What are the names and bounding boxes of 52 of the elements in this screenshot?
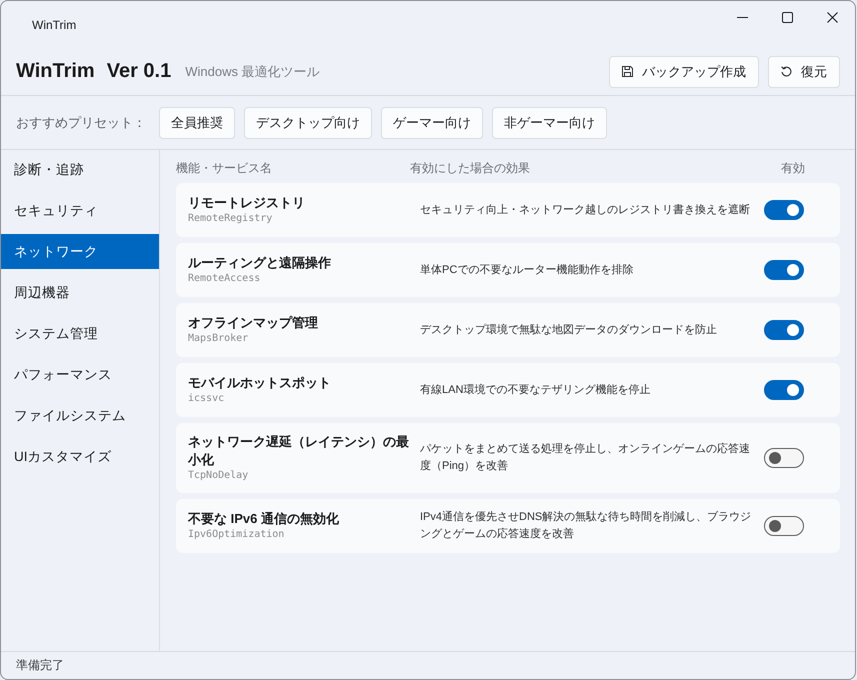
effect-description: IPv4通信を優先させDNS解決の無駄な待ち時間を削減し、ブラウジングとゲームの応答速度を改善 — [420, 510, 752, 542]
sidebar-item[interactable]: システム管理 — [1, 316, 159, 351]
close-icon[interactable] — [827, 12, 838, 22]
sidebar-item[interactable]: ネットワーク — [1, 234, 159, 269]
sidebar-item[interactable]: UIカスタマイズ — [1, 439, 159, 474]
effect-description: デスクトップ環境で無駄な地図データのダウンロードを防止 — [420, 322, 718, 338]
sidebar-item[interactable]: 周辺機器 — [1, 275, 159, 310]
column-header: 有効にした場合の効果 — [410, 160, 531, 176]
toggle-switch[interactable] — [764, 200, 804, 220]
rotate-arrow-icon — [781, 66, 792, 77]
preset-label: おすすめプリセット： — [16, 114, 146, 132]
sidebar-item[interactable]: ファイルシステム — [1, 398, 159, 433]
service-title: 不要な IPv6 通信の無効化 — [188, 510, 340, 528]
app-title: WinTrim — [16, 60, 95, 83]
floppy-disk-icon — [622, 66, 633, 77]
effect-description: 単体PCでの不要なルーター機能動作を排除 — [420, 262, 634, 278]
backup-button[interactable]: バックアップ作成 — [609, 56, 759, 88]
status-text: 準備完了 — [16, 657, 64, 674]
effect-description: パケットをまとめて送る処理を停止し、オンラインゲームの応答速度（Ping）を改善 — [420, 442, 751, 474]
column-header: 有効 — [781, 160, 805, 176]
effect-description: セキュリティ向上・ネットワーク越しのレジストリ書き換えを遮断 — [420, 202, 751, 218]
service-id: TcpNoDelay — [188, 469, 250, 483]
service-id: RemoteRegistry — [188, 212, 274, 226]
restore-button[interactable]: 復元 — [768, 56, 840, 88]
toggle-switch[interactable] — [764, 320, 804, 340]
app-subtitle: Windows 最適化ツール — [185, 62, 320, 80]
service-id: MapsBroker — [188, 332, 250, 346]
preset-button[interactable]: ゲーマー向け — [381, 106, 483, 138]
toggle-switch[interactable] — [764, 516, 804, 536]
minimize-icon[interactable] — [737, 16, 748, 18]
sidebar-item[interactable]: セキュリティ — [1, 193, 159, 228]
sidebar-item[interactable]: 診断・追跡 — [1, 152, 159, 187]
preset-button[interactable]: 非ゲーマー向け — [492, 106, 607, 138]
service-title: ネットワーク遅延（レイテンシ）の最小化 — [188, 433, 410, 469]
service-id: icssvc — [188, 392, 226, 406]
service-id: RemoteAccess — [188, 272, 262, 286]
toggle-switch[interactable] — [764, 260, 804, 280]
toggle-switch[interactable] — [764, 380, 804, 400]
effect-description: 有線LAN環境での不要なテザリング機能を停止 — [420, 382, 652, 398]
preset-button[interactable]: 全員推奨 — [159, 106, 235, 138]
service-id: Ipv6Optimization — [188, 528, 286, 542]
service-title: ルーティングと遠隔操作 — [188, 254, 332, 272]
toggle-switch[interactable] — [764, 448, 804, 468]
sidebar-item[interactable]: パフォーマンス — [1, 357, 159, 392]
preset-button[interactable]: デスクトップ向け — [244, 106, 372, 138]
window-title: WinTrim — [32, 18, 76, 32]
column-header: 機能・サービス名 — [176, 160, 273, 176]
maximize-icon[interactable] — [782, 12, 793, 22]
app-version: Ver 0.1 — [106, 60, 172, 83]
service-title: オフラインマップ管理 — [188, 314, 319, 332]
service-title: リモートレジストリ — [188, 194, 306, 212]
service-title: モバイルホットスポット — [188, 374, 332, 392]
